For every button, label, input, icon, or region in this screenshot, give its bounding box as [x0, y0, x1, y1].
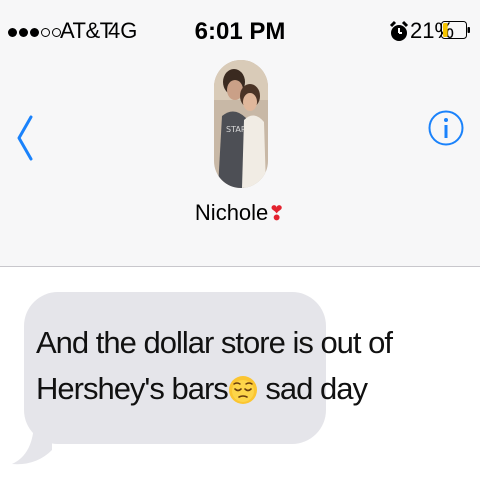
alarm-clock-icon — [389, 20, 409, 41]
heart-exclamation-emoji: ❣ — [268, 203, 286, 225]
contact-name: Nichole — [194, 200, 269, 225]
contact-avatar[interactable]: STAR — [214, 60, 268, 188]
message-line-tail: sad day — [257, 371, 368, 406]
chevron-left-icon — [17, 115, 33, 161]
info-icon — [428, 110, 464, 146]
pensive-face-emoji — [228, 376, 257, 404]
message-bubble-incoming[interactable]: And the dollar store is out of Hershey's… — [24, 292, 393, 444]
battery-icon — [441, 21, 470, 39]
message-line: And the dollar store is out of — [36, 325, 393, 360]
back-button[interactable] — [8, 108, 42, 168]
contact-photo: STAR — [214, 60, 268, 188]
status-bar: AT&T 4G 6:01 PM 21% — [0, 0, 480, 62]
contact-name-button[interactable]: Nichole❣ — [0, 200, 480, 226]
message-line: Hershey's bars — [36, 371, 229, 406]
info-button[interactable] — [428, 110, 464, 146]
message-line-2: Hershey's bars sad day — [36, 366, 368, 412]
conversation-header: AT&T 4G 6:01 PM 21% STAR Nichole❣ — [0, 0, 480, 267]
